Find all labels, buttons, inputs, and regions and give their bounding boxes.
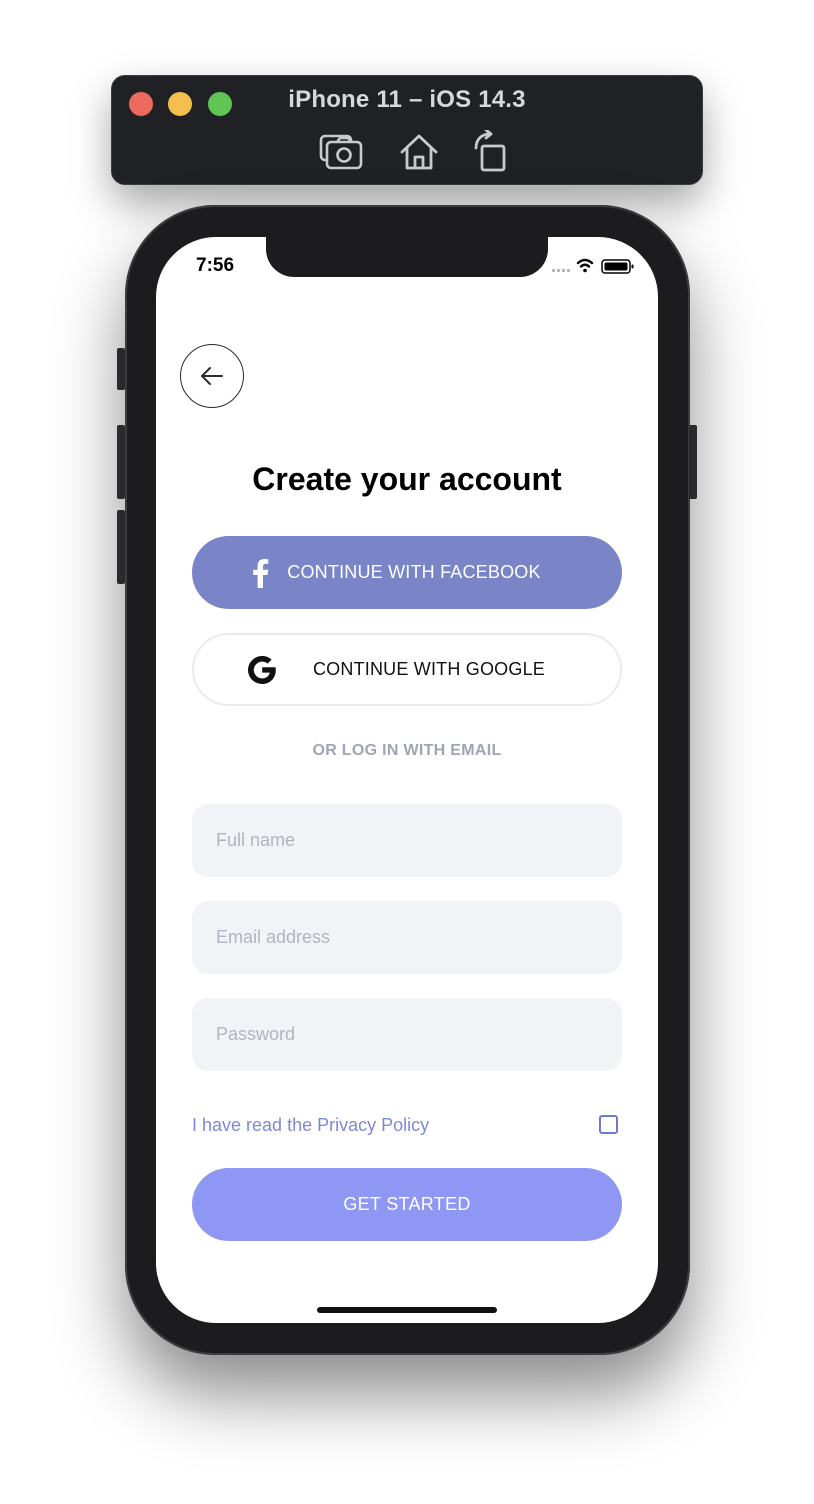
password-input[interactable] bbox=[192, 998, 622, 1071]
privacy-policy-checkbox[interactable] bbox=[599, 1115, 618, 1134]
email-address-input[interactable] bbox=[192, 901, 622, 974]
status-time: 7:56 bbox=[196, 255, 235, 276]
volume-up-button bbox=[117, 425, 125, 499]
signal-icon bbox=[552, 269, 570, 272]
status-icons bbox=[552, 257, 636, 275]
continue-with-google-button[interactable]: CONTINUE WITH GOOGLE bbox=[192, 633, 622, 706]
simulator-title: iPhone 11 – iOS 14.3 bbox=[288, 86, 526, 113]
home-indicator bbox=[317, 1307, 497, 1313]
privacy-policy-link[interactable]: I have read the Privacy Policy bbox=[192, 1115, 429, 1136]
volume-down-button bbox=[117, 510, 125, 584]
email-divider-label: OR LOG IN WITH EMAIL bbox=[312, 742, 502, 759]
battery-icon bbox=[601, 259, 634, 274]
continue-with-facebook-button[interactable]: CONTINUE WITH FACEBOOK bbox=[192, 536, 622, 609]
notch bbox=[266, 237, 548, 277]
full-name-input[interactable] bbox=[192, 804, 622, 877]
google-button-label: CONTINUE WITH GOOGLE bbox=[312, 659, 545, 679]
screenshot-icon[interactable] bbox=[318, 130, 364, 174]
phone-screen: 7:56 Create your account CONTINUE WITH F… bbox=[156, 237, 658, 1323]
page-title: Create your account bbox=[252, 461, 562, 497]
arrow-left-icon bbox=[201, 367, 223, 385]
home-icon[interactable] bbox=[396, 130, 442, 174]
mute-switch bbox=[117, 348, 125, 390]
back-button[interactable] bbox=[180, 344, 244, 408]
get-started-button[interactable]: GET STARTED bbox=[192, 1168, 622, 1241]
wifi-icon bbox=[576, 258, 594, 273]
rotate-icon[interactable] bbox=[468, 128, 514, 174]
facebook-button-label: CONTINUE WITH FACEBOOK bbox=[287, 562, 541, 582]
power-button bbox=[689, 425, 697, 499]
